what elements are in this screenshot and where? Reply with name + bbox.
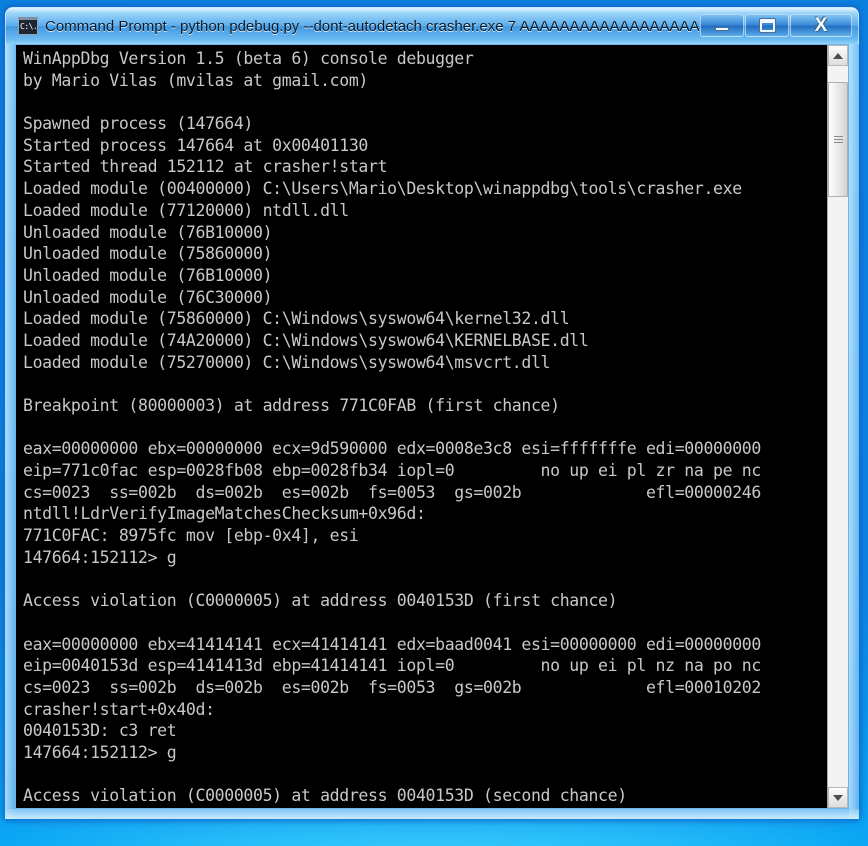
maximize-button[interactable] [745, 13, 789, 37]
close-button[interactable]: X [790, 13, 852, 37]
console-line: crasher!start+0x40d: [23, 699, 215, 719]
console-line: Unloaded module (76C30000) [23, 287, 273, 307]
console-line: 147664:152112> g [23, 743, 177, 762]
console-line: cs=0023 ss=002b ds=002b es=002b fs=0053 … [23, 677, 761, 697]
console-line: eip=771c0fac esp=0028fb08 ebp=0028fb34 i… [23, 461, 761, 481]
console-line: by Mario Vilas (mvilas at gmail.com) [23, 70, 369, 90]
console-line: eax=00000000 ebx=00000000 ecx=9d590000 e… [23, 439, 761, 459]
scroll-up-arrow [833, 52, 843, 59]
maximize-icon [759, 18, 775, 32]
console-line: ntdll!LdrVerifyImageMatchesChecksum+0x96… [23, 504, 426, 524]
command-prompt-icon[interactable] [18, 17, 38, 35]
scrollbar-track[interactable] [828, 66, 848, 787]
console-line: Unloaded module (76B10000) [23, 265, 273, 285]
scrollbar-grip-icon [833, 134, 843, 145]
console-line: Loaded module (00400000) C:\Users\Mario\… [23, 179, 742, 199]
console-line: Access violation (C0000005) at address 0… [23, 786, 627, 806]
console-client-area[interactable]: WinAppDbg Version 1.5 (beta 6) console d… [15, 44, 849, 809]
console-line: 0040153D: c3 ret [23, 721, 177, 741]
console-line: cs=0023 ss=002b ds=002b es=002b fs=0053 … [23, 482, 761, 502]
window-right-edge [849, 43, 859, 819]
console-output[interactable]: WinAppDbg Version 1.5 (beta 6) console d… [16, 45, 827, 808]
minimize-icon [715, 26, 729, 31]
window-controls: X [699, 13, 852, 39]
window-left-edge [5, 43, 15, 819]
scroll-down-arrow [833, 794, 843, 801]
console-line: Unloaded module (75860000) [23, 244, 273, 264]
console-line: WinAppDbg Version 1.5 (beta 6) console d… [23, 49, 474, 68]
console-line: Access violation (C0000005) at address 0… [23, 591, 618, 611]
close-icon: X [814, 14, 828, 36]
window-bottom-edge [5, 809, 859, 819]
console-line: eax=00000000 ebx=41414141 ecx=41414141 e… [23, 634, 761, 654]
console-line: Loaded module (75270000) C:\Windows\sysw… [23, 352, 551, 372]
console-line: Loaded module (75860000) C:\Windows\sysw… [23, 309, 570, 329]
minimize-button[interactable] [700, 13, 744, 37]
title-bar[interactable]: Command Prompt - python pdebug.py --dont… [5, 7, 859, 44]
console-line: Spawned process (147664) [23, 114, 254, 134]
scrollbar-thumb[interactable] [828, 82, 848, 197]
console-line: eip=0040153d esp=4141413d ebp=41414141 i… [23, 656, 761, 676]
console-line: 147664:152112> g [23, 547, 177, 567]
console-line: Started thread 152112 at crasher!start [23, 157, 388, 177]
console-line: 771C0FAC: 8975fc mov [ebp-0x4], esi [23, 526, 359, 546]
console-line: Unloaded module (76B10000) [23, 222, 273, 242]
scroll-up-button[interactable] [828, 45, 848, 66]
console-line: Loaded module (77120000) ntdll.dll [23, 200, 349, 220]
console-line: Breakpoint (80000003) at address 771C0FA… [23, 396, 560, 415]
scroll-down-button[interactable] [828, 787, 848, 808]
console-line: Loaded module (74A20000) C:\Windows\sysw… [23, 330, 589, 350]
vertical-scrollbar[interactable] [827, 45, 848, 808]
console-window[interactable]: Command Prompt - python pdebug.py --dont… [5, 7, 859, 819]
console-line: Started process 147664 at 0x00401130 [23, 135, 369, 155]
window-title: Command Prompt - python pdebug.py --dont… [45, 17, 699, 35]
